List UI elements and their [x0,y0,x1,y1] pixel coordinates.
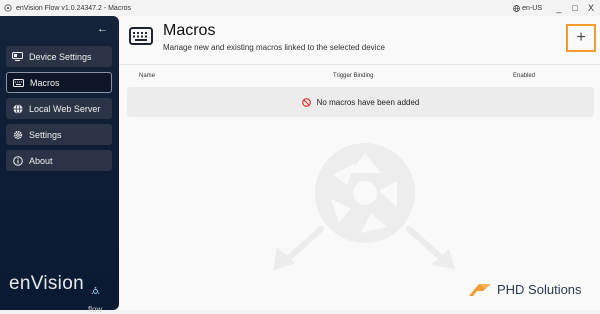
sidebar-item-settings[interactable]: Settings [6,124,112,145]
sidebar-item-device-settings[interactable]: Device Settings [6,46,112,67]
title-bar: enVision Flow v1.0.24347.2 - Macros en-U… [0,0,600,16]
gear-icon [12,129,23,140]
watermark-logo-icon [273,143,455,271]
page-title: Macros [163,22,216,39]
column-header-trigger-binding[interactable]: Trigger Binding [333,73,373,79]
keyboard-icon [129,27,153,45]
sidebar-item-label: Macros [30,77,60,88]
window-title: enVision Flow v1.0.24347.2 - Macros [16,4,132,12]
app-logo-text: enVision [9,273,84,294]
empty-state-row: No macros have been added [127,87,594,117]
empty-state-message: No macros have been added [316,97,420,107]
main-panel: Macros Manage new and existing macros li… [119,16,600,310]
keyboard-icon [13,77,24,88]
sidebar-item-label: Device Settings [29,51,92,62]
info-icon [12,155,23,166]
sidebar-item-label: Settings [29,129,62,140]
device-icon [12,51,23,62]
plus-icon: + [576,29,586,46]
app-icon [4,4,12,12]
phd-logo-icon [469,284,491,296]
logo-mark-icon [91,286,100,294]
globe-icon [12,103,23,114]
maximize-button[interactable]: □ [568,3,582,13]
sidebar-item-macros[interactable]: Macros [6,72,112,93]
add-macro-button[interactable]: + [566,24,596,52]
language-selector[interactable]: en-US [513,5,542,12]
language-label: en-US [522,4,542,12]
sidebar-item-local-web-server[interactable]: Local Web Server [6,98,112,119]
company-name: PHD Solutions [497,281,582,297]
globe-icon [513,4,521,12]
sidebar-item-label: About [29,155,53,166]
page-header: Macros Manage new and existing macros li… [119,16,600,64]
close-button[interactable]: X [584,3,598,13]
prohibited-icon [301,97,311,107]
arrow-left-icon[interactable]: ← [97,23,108,35]
sidebar: ← Device Settings Macros Local Web Serve… [0,16,119,314]
column-header-name[interactable]: Name [139,73,155,79]
sidebar-item-label: Local Web Server [29,103,101,114]
company-brand: PHD Solutions [467,280,582,298]
header-divider [119,64,600,65]
sidebar-item-about[interactable]: About [6,150,112,171]
page-subtitle: Manage new and existing macros linked to… [163,43,385,52]
minimize-button[interactable]: _ [552,3,566,13]
column-header-enabled[interactable]: Enabled [513,73,535,79]
